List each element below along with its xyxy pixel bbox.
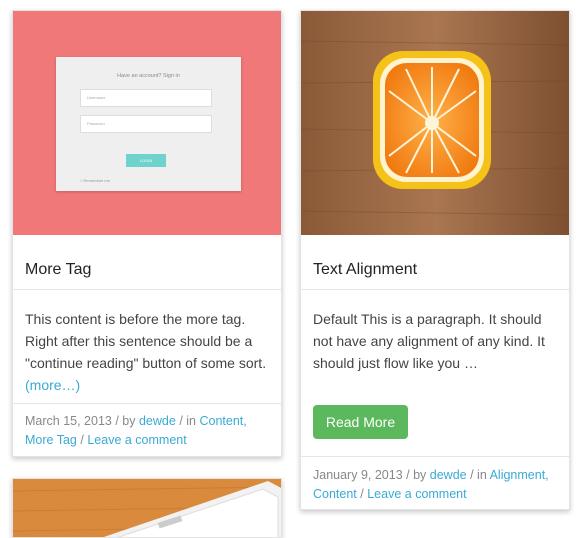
remember-me: □ Remember me [80, 178, 110, 183]
post-title[interactable]: More Tag [25, 261, 91, 279]
post-date: March 15, 2013 [25, 414, 112, 428]
post-meta: January 9, 2013 / by dewde / in Alignmen… [313, 466, 558, 504]
meta-by: / by [406, 468, 427, 482]
excerpt-text: This content is before the more tag. Rig… [25, 311, 267, 371]
author-link[interactable]: dewde [430, 468, 467, 482]
login-heading: Have an account? Sign in [117, 73, 180, 79]
post-thumbnail[interactable]: Have an account? Sign in Username Passwo… [13, 11, 281, 235]
category-link[interactable]: Alignment, [490, 468, 549, 482]
post-title[interactable]: Text Alignment [313, 261, 417, 279]
author-link[interactable]: dewde [139, 414, 176, 428]
category-link[interactable]: Content, [199, 414, 246, 428]
tag-link[interactable]: Content [313, 487, 357, 501]
post-excerpt: This content is before the more tag. Rig… [25, 308, 270, 396]
post-card-partial [12, 478, 282, 538]
post-meta: March 15, 2013 / by dewde / in Content, … [25, 412, 270, 450]
read-more-button[interactable]: Read More [313, 405, 408, 439]
meta-by: / by [115, 414, 136, 428]
divider [13, 289, 281, 290]
comment-link[interactable]: Leave a comment [87, 433, 186, 447]
divider [301, 456, 569, 457]
divider [301, 289, 569, 290]
meta-sep: / [360, 487, 364, 501]
meta-in: / in [470, 468, 487, 482]
post-card-more-tag: Have an account? Sign in Username Passwo… [12, 10, 282, 457]
password-field: Password [80, 115, 212, 133]
divider [13, 403, 281, 404]
phone-on-wood-image[interactable] [13, 479, 282, 538]
orange-image [301, 11, 569, 235]
post-excerpt: Default This is a paragraph. It should n… [313, 311, 545, 371]
login-button: LOGIN [126, 154, 166, 167]
tag-link[interactable]: More Tag [25, 433, 77, 447]
comment-link[interactable]: Leave a comment [367, 487, 466, 501]
post-date: January 9, 2013 [313, 468, 403, 482]
post-card-text-alignment: Text Alignment Default This is a paragra… [300, 10, 570, 510]
more-link[interactable]: (more…) [25, 377, 80, 393]
post-thumbnail[interactable] [301, 11, 569, 235]
meta-in: / in [179, 414, 196, 428]
meta-sep: / [80, 433, 84, 447]
login-form-preview: Have an account? Sign in Username Passwo… [56, 57, 241, 191]
remember-label: Remember me [83, 178, 110, 183]
username-field: Username [80, 89, 212, 107]
